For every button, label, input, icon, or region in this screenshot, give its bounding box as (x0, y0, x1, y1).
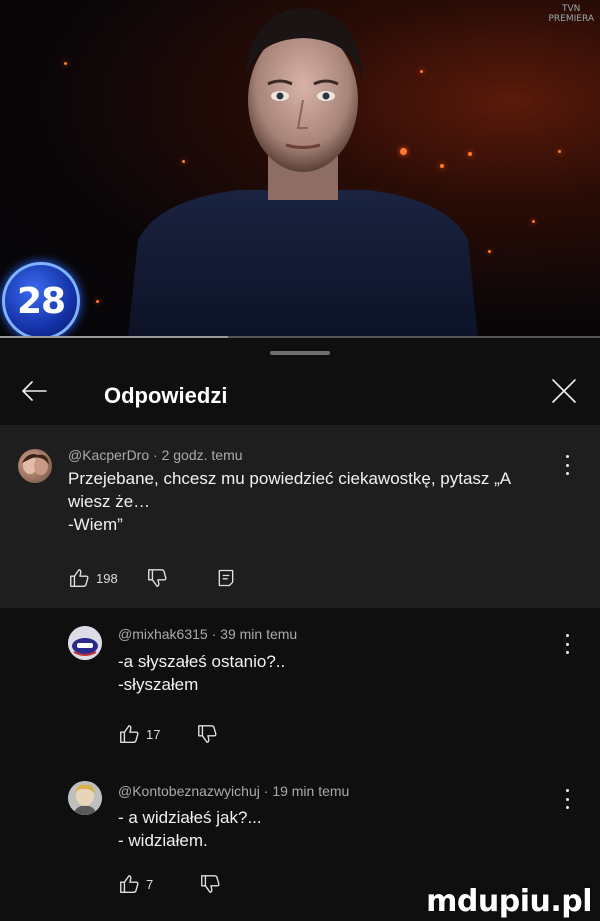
more-options-button[interactable] (559, 632, 575, 656)
more-options-button[interactable] (559, 453, 575, 477)
comment-author[interactable]: @Kontobeznazwyichuj (118, 783, 260, 799)
video-player[interactable]: TVN PREMIERA 28 (0, 0, 600, 338)
comment-meta: @KacperDro · 2 godz. temu (68, 447, 243, 463)
like-count: 7 (146, 876, 154, 892)
arrow-left-icon (22, 381, 47, 401)
progress-fill (0, 336, 228, 338)
like-button[interactable]: 17 (118, 723, 160, 745)
like-button[interactable]: 198 (68, 567, 118, 589)
comment-text: - a widziałeś jak?... - widziałem. (118, 808, 262, 850)
avatar-image (68, 781, 102, 815)
avatar-image (68, 626, 102, 660)
panel-title: Odpowiedzi (104, 383, 228, 408)
comment-meta: @mixhak6315 · 39 min temu (118, 626, 298, 642)
video-progress-bar[interactable] (0, 336, 600, 338)
comment-time: 2 godz. temu (161, 447, 243, 463)
like-count: 17 (146, 726, 161, 742)
parent-comment: @KacperDro · 2 godz. temu Przejebane, ch… (0, 425, 600, 608)
site-watermark: mdupiu.pl (426, 884, 592, 919)
comment-text: Przejebane, chcesz mu powiedzieć ciekawo… (68, 469, 512, 534)
episode-badge: 28 (2, 262, 80, 338)
comment-actions: 198 (68, 567, 236, 589)
avatar[interactable] (68, 781, 102, 815)
thumbs-down-icon[interactable] (196, 723, 218, 745)
back-button[interactable] (18, 375, 50, 407)
thumbs-up-icon (120, 725, 139, 743)
more-options-button[interactable] (559, 787, 575, 811)
thumbs-up-icon (120, 875, 139, 893)
comment-time: 39 min temu (220, 626, 298, 642)
close-button[interactable] (548, 375, 580, 407)
channel-logo: TVN PREMIERA (548, 4, 594, 24)
comment-meta: @Kontobeznazwyichuj · 19 min temu (118, 783, 350, 799)
person-image (128, 8, 478, 338)
comment-actions: 7 (118, 873, 221, 895)
close-icon (552, 379, 576, 403)
reply-icon[interactable] (216, 568, 236, 588)
comment-time: 19 min temu (272, 783, 350, 799)
avatar[interactable] (18, 449, 52, 483)
comment-actions: 17 (118, 723, 218, 745)
comment-text: -a słyszałeś ostanio?.. -słyszałem (118, 652, 286, 694)
avatar-image (22, 454, 49, 475)
thumbs-down-icon[interactable] (199, 873, 221, 895)
avatar[interactable] (68, 626, 102, 660)
replies-header: Odpowiedzi (0, 355, 600, 425)
like-button[interactable]: 7 (118, 873, 153, 895)
like-count: 198 (96, 570, 118, 586)
comment-author[interactable]: @mixhak6315 (118, 626, 208, 642)
comment-author[interactable]: @KacperDro (68, 447, 149, 463)
thumbs-up-icon (70, 569, 89, 587)
thumbs-down-icon[interactable] (146, 567, 168, 589)
